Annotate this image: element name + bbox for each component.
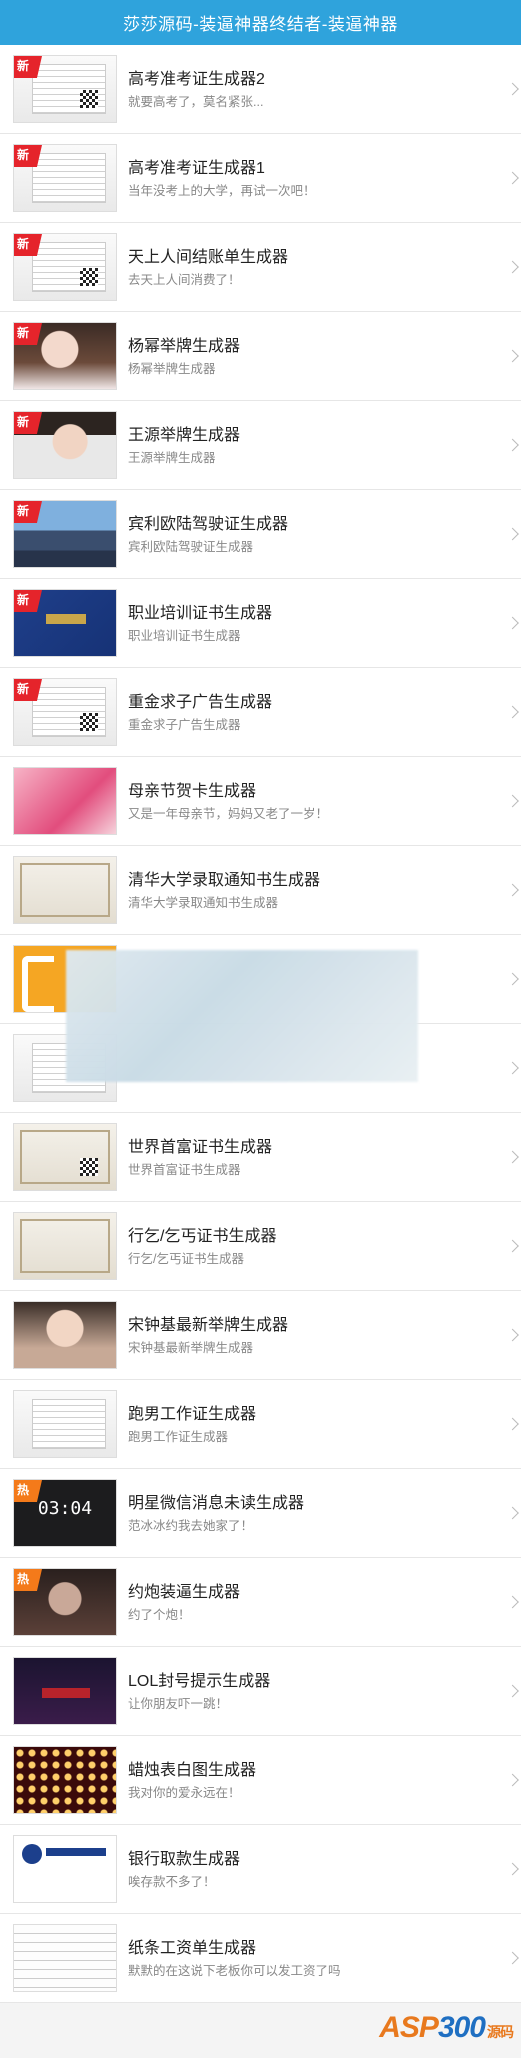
item-subtitle: 就要高考了，莫名紧张... — [128, 94, 264, 109]
page-title: 莎莎源码-装逼神器终结者-装逼神器 — [123, 15, 398, 34]
thumbnail: 新 — [13, 500, 117, 568]
item-title: 母亲节贺卡生成器 — [128, 782, 257, 800]
list-item[interactable]: 新 重金求子广告生成器 重金求子广告生成器 — [0, 668, 521, 757]
thumbnail: 新 — [13, 322, 117, 390]
item-subtitle: 当年没考上的大学，再试一次吧！ — [128, 183, 316, 198]
item-subtitle: 唉存款不多了！ — [128, 1874, 216, 1889]
item-title: 蜡烛表白图生成器 — [128, 1761, 257, 1779]
item-subtitle: 清华大学录取通知书生成器 — [128, 895, 279, 910]
item-title: 宾利欧陆驾驶证生成器 — [128, 515, 289, 533]
item-title: LOL封号提示生成器 — [128, 1672, 271, 1690]
list-item[interactable]: 纸条工资单生成器默默的在这说下老板你可以发工资了吗 — [0, 1914, 521, 2003]
item-title: 世界首富证书生成器 — [128, 1138, 273, 1156]
item-subtitle: 职业培训证书生成器 — [128, 628, 241, 643]
thumbnail — [13, 1924, 117, 1992]
list-item[interactable]: 蜡烛表白图生成器 我对你的爱永远在！ — [0, 1736, 521, 1825]
item-subtitle: 行乞/乞丐证书生成器 — [128, 1251, 244, 1266]
list-item[interactable]: 新 王源举牌生成器 王源举牌生成器 — [0, 401, 521, 490]
item-title: 重金求子广告生成器 — [128, 693, 273, 711]
list-item[interactable]: 热 约炮装逼生成器 约了个炮！ — [0, 1558, 521, 1647]
thumbnail: 03:04 热 — [13, 1479, 117, 1547]
list-item[interactable]: 世界首富证书生成器 世界首富证书生成器 — [0, 1113, 521, 1202]
thumbnail — [13, 1390, 117, 1458]
footer: ASP300 源码 — [0, 2003, 521, 2058]
thumbnail — [13, 1212, 117, 1280]
list-item[interactable]: 新 高考准考证生成器1 当年没考上的大学，再试一次吧！ — [0, 134, 521, 223]
site-watermark: ASP300 源码 — [379, 2011, 514, 2045]
item-title: 行乞/乞丐证书生成器 — [128, 1227, 277, 1245]
thumbnail: 新 — [13, 55, 117, 123]
list-item[interactable]: 03:04 热 明星微信消息未读生成器 范冰冰约我去她家了！ — [0, 1469, 521, 1558]
item-title: 王源举牌生成器 — [128, 426, 241, 444]
item-title: 杨幂举牌生成器 — [128, 337, 241, 355]
list-item[interactable]: 宋钟基最新举牌生成器 宋钟基最新举牌生成器 — [0, 1291, 521, 1380]
item-subtitle: 约了个炮！ — [128, 1607, 191, 1622]
watermark-number: 300 — [437, 2011, 486, 2044]
list-item[interactable]: LOL封号提示生成器 让你朋友吓一跳！ — [0, 1647, 521, 1736]
item-subtitle: 宋钟基最新举牌生成器 — [128, 1340, 254, 1355]
thumbnail — [13, 1746, 117, 1814]
item-title: 天上人间结账单生成器 — [128, 248, 289, 266]
list-item[interactable]: 新 天上人间结账单生成器 去天上人间消费了！ — [0, 223, 521, 312]
thumbnail — [13, 1835, 117, 1903]
item-subtitle: 范冰冰约我去她家了！ — [128, 1518, 254, 1533]
thumbnail — [13, 1657, 117, 1725]
thumbnail — [13, 767, 117, 835]
list-item[interactable]: 清华大学录取通知书生成器 清华大学录取通知书生成器 — [0, 846, 521, 935]
item-title: 纸条工资单生成器 — [128, 1939, 257, 1957]
item-subtitle: 重金求子广告生成器 — [128, 717, 241, 732]
item-title: 职业培训证书生成器 — [128, 604, 273, 622]
item-title: 高考准考证生成器2 — [128, 70, 265, 88]
watermark-brand: ASP — [379, 2011, 439, 2044]
list-item[interactable]: 新 职业培训证书生成器 职业培训证书生成器 — [0, 579, 521, 668]
blurred-overlay — [66, 950, 418, 1082]
item-title: 明星微信消息未读生成器 — [128, 1494, 305, 1512]
item-title: 银行取款生成器 — [128, 1850, 241, 1868]
item-subtitle: 默默的在这说下老板你可以发工资了吗 — [128, 1963, 341, 1978]
thumbnail — [13, 856, 117, 924]
thumbnail: 新 — [13, 678, 117, 746]
item-subtitle: 王源举牌生成器 — [128, 450, 216, 465]
thumbnail: 新 — [13, 411, 117, 479]
item-subtitle: 让你朋友吓一跳！ — [128, 1696, 229, 1711]
watermark-tail: 源码 — [487, 2024, 514, 2040]
chevron-right-icon — [506, 1061, 519, 1075]
thumbnail — [13, 1123, 117, 1191]
list-item[interactable]: 新 宾利欧陆驾驶证生成器 宾利欧陆驾驶证生成器 — [0, 490, 521, 579]
item-title: 清华大学录取通知书生成器 — [128, 871, 321, 889]
list-item[interactable]: 行乞/乞丐证书生成器 行乞/乞丐证书生成器 — [0, 1202, 521, 1291]
item-title: 高考准考证生成器1 — [128, 159, 265, 177]
item-title: 约炮装逼生成器 — [128, 1583, 241, 1601]
thumbnail: 热 — [13, 1568, 117, 1636]
list-item[interactable]: 新 高考准考证生成器2 就要高考了，莫名紧张... — [0, 45, 521, 134]
item-subtitle: 跑男工作证生成器 — [128, 1429, 229, 1444]
item-title: 宋钟基最新举牌生成器 — [128, 1316, 289, 1334]
item-subtitle: 杨幂举牌生成器 — [128, 361, 216, 376]
item-subtitle: 我对你的爱永远在！ — [128, 1785, 241, 1800]
chevron-right-icon — [506, 972, 519, 986]
list-item[interactable]: 银行取款生成器 唉存款不多了！ — [0, 1825, 521, 1914]
item-subtitle: 宾利欧陆驾驶证生成器 — [128, 539, 254, 554]
list-item[interactable]: 跑男工作证生成器 跑男工作证生成器 — [0, 1380, 521, 1469]
item-subtitle: 又是一年母亲节，妈妈又老了一岁！ — [128, 806, 329, 821]
list-item[interactable]: 母亲节贺卡生成器又是一年母亲节，妈妈又老了一岁！ — [0, 757, 521, 846]
item-subtitle: 世界首富证书生成器 — [128, 1162, 241, 1177]
thumbnail: 新 — [13, 589, 117, 657]
thumbnail: 新 — [13, 233, 117, 301]
thumbnail: 新 — [13, 144, 117, 212]
item-title: 跑男工作证生成器 — [128, 1405, 257, 1423]
thumbnail — [13, 1301, 117, 1369]
app-header: 莎莎源码-装逼神器终结者-装逼神器 — [0, 0, 521, 45]
item-subtitle: 去天上人间消费了！ — [128, 272, 241, 287]
list-item[interactable]: 新 杨幂举牌生成器 杨幂举牌生成器 — [0, 312, 521, 401]
